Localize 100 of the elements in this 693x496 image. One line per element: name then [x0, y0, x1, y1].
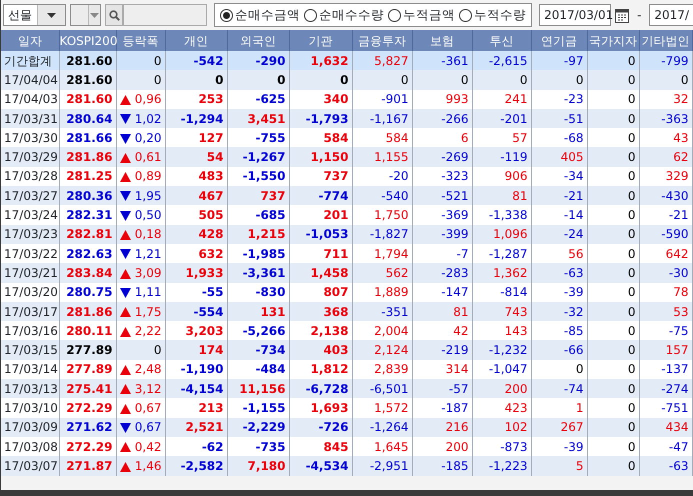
- table-cell: 281.60: [59, 70, 116, 90]
- table-cell: 17/03/27: [1, 186, 59, 206]
- table-cell: 1,632: [289, 51, 352, 70]
- table-cell: 0: [587, 166, 639, 186]
- table-cell: -75: [639, 321, 692, 340]
- table-cell: 17/03/23: [1, 224, 59, 244]
- table-cell: 17/04/03: [1, 90, 59, 109]
- table-cell: 0: [587, 128, 639, 148]
- table-cell: 271.87: [59, 456, 116, 476]
- table-cell: 1: [531, 398, 587, 418]
- table-cell: 32: [639, 90, 692, 109]
- table-cell: 2,138: [289, 321, 352, 340]
- table-cell: -1,294: [165, 108, 227, 128]
- table-cell: -1,155: [227, 398, 289, 418]
- column-header[interactable]: 등락폭: [116, 30, 165, 51]
- table-cell: 17/03/17: [1, 302, 59, 322]
- table-cell: 0: [587, 360, 639, 380]
- table-cell: -323: [412, 166, 472, 186]
- table-cell: 17/03/21: [1, 263, 59, 283]
- table-cell: 5: [531, 456, 587, 476]
- search-field[interactable]: [123, 4, 208, 26]
- table-cell: 743: [472, 302, 531, 322]
- column-header[interactable]: 국가지자: [587, 30, 639, 51]
- table-cell: -2,229: [227, 418, 289, 437]
- table-cell: 53: [639, 302, 692, 322]
- table-cell: -3,361: [227, 263, 289, 283]
- column-header[interactable]: 보험: [412, 30, 472, 51]
- radio-option[interactable]: 누적금액: [388, 6, 456, 24]
- column-header[interactable]: 개인: [165, 30, 227, 51]
- table-cell: 280.64: [59, 108, 116, 128]
- table-cell: -1,550: [227, 166, 289, 186]
- column-header[interactable]: KOSPI200: [59, 30, 116, 51]
- table-cell: 282.63: [59, 244, 116, 264]
- column-header[interactable]: 기관: [289, 30, 352, 51]
- table-cell: 0: [531, 70, 587, 90]
- table-cell: -2,582: [165, 456, 227, 476]
- table-cell: 737: [289, 166, 352, 186]
- change-value: 0,50: [134, 209, 162, 222]
- table-cell: 1,812: [289, 360, 352, 380]
- date-field[interactable]: 2017/03/01: [539, 4, 612, 26]
- table-cell: 43: [639, 128, 692, 148]
- table-cell: 0: [587, 51, 639, 70]
- table-cell: -74: [531, 379, 587, 398]
- column-header[interactable]: 연기금: [531, 30, 587, 51]
- table-cell: -1,190: [165, 360, 227, 380]
- table-cell: 81: [412, 302, 472, 322]
- radio-option[interactable]: 순매수수량: [304, 6, 384, 24]
- table-cell: -901: [352, 90, 412, 109]
- table-cell: 0: [472, 70, 531, 90]
- table-cell: -799: [639, 51, 692, 70]
- table-cell: -1,827: [352, 224, 412, 244]
- table-cell: -1,167: [352, 108, 412, 128]
- table-cell: -201: [472, 108, 531, 128]
- table-cell: 127: [165, 128, 227, 148]
- table-cell: 78: [639, 282, 692, 302]
- table-cell: -63: [531, 263, 587, 283]
- column-header[interactable]: 금융투자: [352, 30, 412, 51]
- table-cell: -85: [531, 321, 587, 340]
- table-cell: 845: [289, 436, 352, 456]
- table-cell: -290: [227, 51, 289, 70]
- table-cell: 17/03/16: [1, 321, 59, 340]
- table-cell: -1,223: [472, 456, 531, 476]
- table-cell: -755: [227, 128, 289, 148]
- table-cell: 0: [531, 360, 587, 380]
- radio-option[interactable]: 순매수금액: [220, 6, 300, 24]
- table-cell: -119: [472, 147, 531, 167]
- table-cell: -369: [412, 205, 472, 225]
- column-header[interactable]: 외국인: [227, 30, 289, 51]
- table-cell: 267: [531, 418, 587, 437]
- table-cell: 17/03/31: [1, 108, 59, 128]
- change-value: 0,96: [134, 93, 162, 106]
- table-cell: 0: [587, 186, 639, 206]
- table-cell: 281.86: [59, 147, 116, 167]
- radio-option[interactable]: 누적수량: [459, 6, 526, 24]
- table-cell: 17/03/24: [1, 205, 59, 225]
- table-cell: 0: [587, 244, 639, 264]
- table-cell: -751: [639, 398, 692, 418]
- change-value: 0: [154, 54, 162, 67]
- column-header[interactable]: 일자: [1, 30, 59, 51]
- search-icon: [108, 10, 120, 20]
- table-cell: 277.89: [59, 340, 116, 360]
- table-cell: -274: [639, 379, 692, 398]
- table-cell: 329: [639, 166, 692, 186]
- table-cell: 57: [472, 128, 531, 148]
- table-cell: 0: [587, 340, 639, 360]
- column-header[interactable]: 투신: [472, 30, 531, 51]
- table-cell: 17/03/14: [1, 360, 59, 380]
- table-cell: 0: [587, 379, 639, 398]
- search-button[interactable]: [105, 4, 124, 26]
- table-cell: 281.60: [59, 51, 116, 70]
- column-header[interactable]: 기타법인: [639, 30, 692, 51]
- table-cell: -47: [639, 436, 692, 456]
- table-cell: -137: [639, 360, 692, 380]
- table-cell: 17/03/07: [1, 456, 59, 476]
- table-cell: 2,521: [165, 418, 227, 437]
- table-cell: 0: [587, 321, 639, 340]
- date-field[interactable]: 2017/: [649, 4, 693, 26]
- table-cell: 906: [472, 166, 531, 186]
- market-select[interactable]: 선물: [3, 4, 66, 26]
- table-cell: 1,458: [289, 263, 352, 283]
